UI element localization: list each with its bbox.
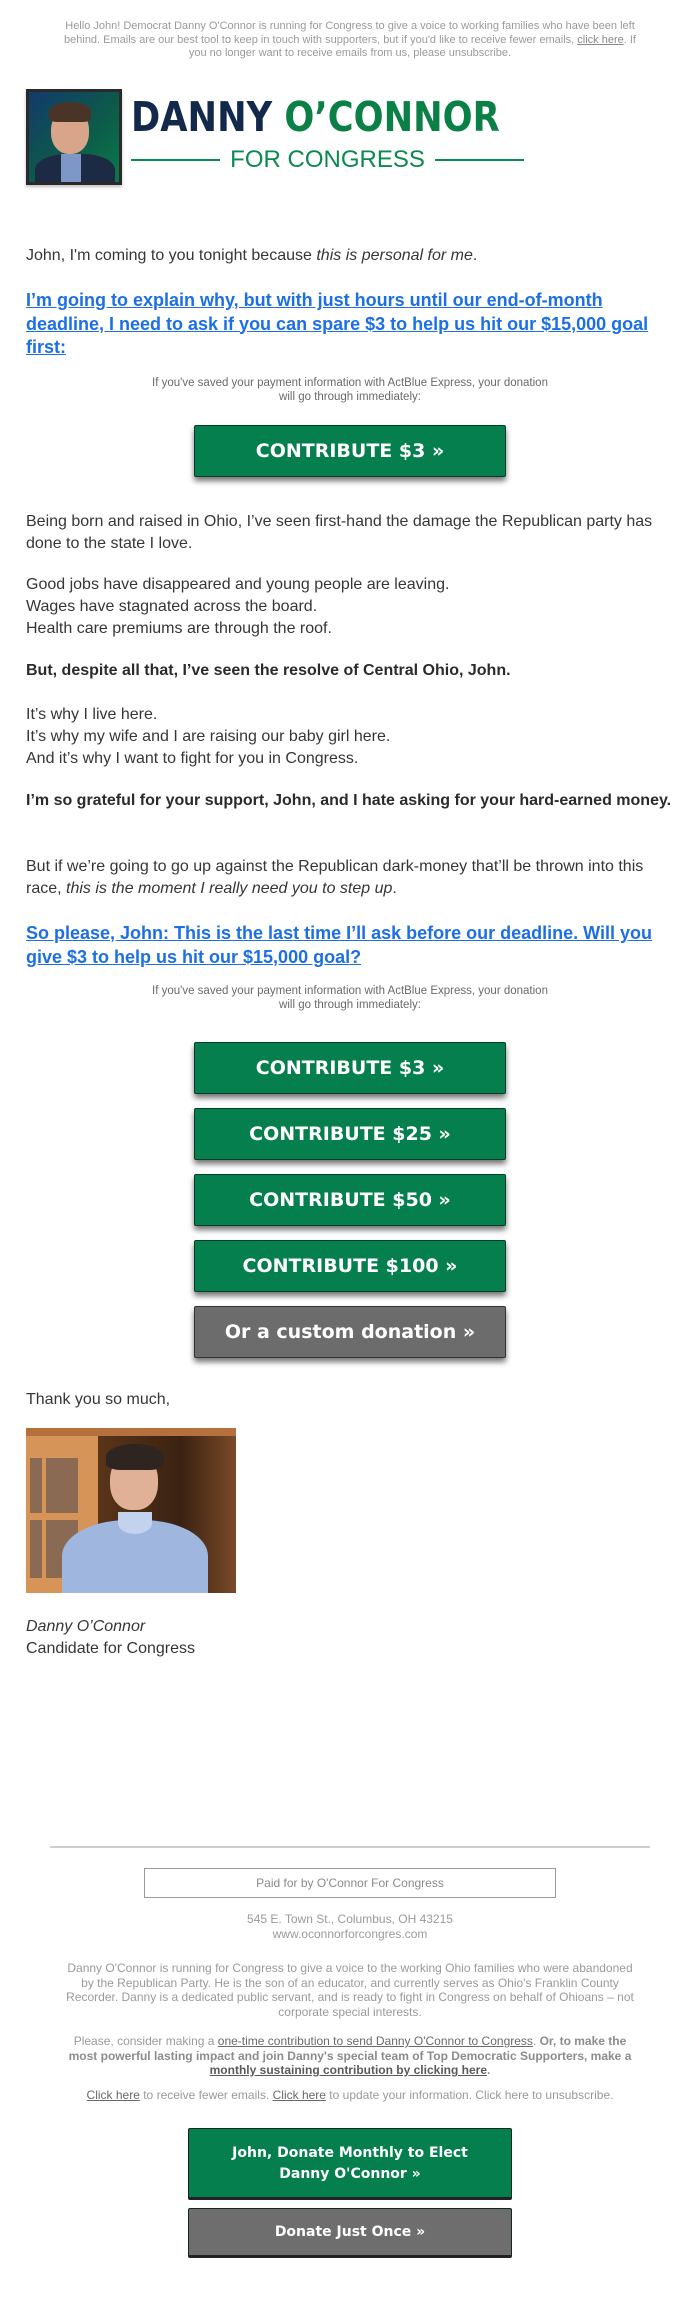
problems-list: Good jobs have disappeared and young peo…	[26, 574, 676, 640]
ohio-paragraph: Being born and raised in Ohio, I’ve seen…	[26, 513, 653, 552]
reason-item: And it’s why I want to fight for you in …	[26, 750, 359, 767]
logo-subtitle-text: FOR CONGRESS	[230, 146, 425, 173]
problem-item: Health care premiums are through the roo…	[26, 620, 332, 637]
footer-bio: Danny O'Connor is running for Congress t…	[66, 1961, 634, 2019]
signature: Danny O’Connor Candidate for Congress	[26, 1616, 676, 1660]
actblue-note-2: If you've saved your payment information…	[120, 984, 580, 1012]
consider-period: .	[532, 2034, 540, 2048]
fewer-emails-footer-link[interactable]: Click here	[87, 2088, 140, 2102]
prefs-text-1: to receive fewer emails.	[139, 2088, 273, 2102]
campaign-logo: DANNY O’CONNOR FOR CONGRESS	[26, 89, 546, 189]
donate-monthly-line2: Danny O'Connor »	[279, 2166, 421, 2182]
intro-end: .	[472, 247, 478, 264]
actblue-note-1: If you've saved your payment information…	[120, 376, 580, 404]
donate-monthly-line1: John, Donate Monthly to Elect	[232, 2145, 468, 2161]
logo-name: DANNY O’CONNOR	[131, 93, 500, 141]
actblue-note-line2: will go through immediately:	[279, 999, 421, 1011]
contribute-3-button-top[interactable]: CONTRIBUTE $3 »	[194, 425, 506, 477]
donate-monthly-button[interactable]: John, Donate Monthly to Elect Danny O'Co…	[188, 2128, 512, 2200]
custom-donation-button[interactable]: Or a custom donation »	[194, 1306, 506, 1358]
actblue-note-line2: will go through immediately:	[279, 391, 421, 403]
logo-first-name: DANNY	[131, 93, 273, 141]
reason-item: It’s why my wife and I are raising our b…	[26, 728, 391, 745]
signature-name: Danny O’Connor	[26, 1618, 146, 1635]
logo-portrait	[26, 89, 122, 185]
donate-once-button[interactable]: Donate Just Once »	[188, 2208, 512, 2258]
paid-for-disclaimer: Paid for by O'Connor For Congress	[144, 1868, 556, 1898]
thanks-text: Thank you so much,	[26, 1391, 171, 1408]
logo-last-name: O’CONNOR	[284, 93, 500, 141]
update-info-link[interactable]: Click here	[273, 2088, 326, 2102]
preheader: Hello John! Democrat Danny O'Connor is r…	[60, 20, 640, 61]
intro-emphasis: this is personal for me	[316, 247, 473, 264]
logo-rule-left	[131, 159, 221, 161]
footer-address: 545 E. Town St., Columbus, OH 43215	[247, 1912, 453, 1926]
contribute-100-button[interactable]: CONTRIBUTE $100 »	[194, 1240, 506, 1292]
actblue-note-line1: If you've saved your payment information…	[152, 377, 548, 389]
logo-rule-right	[434, 159, 524, 161]
fewer-emails-link[interactable]: click here	[577, 34, 623, 46]
actblue-note-line1: If you've saved your payment information…	[152, 985, 548, 997]
intro-paragraph: John, I'm coming to you tonight because …	[26, 245, 676, 267]
one-time-contribution-link[interactable]: one-time contribution to send Danny O'Co…	[218, 2034, 533, 2048]
logo-subtitle: FOR CONGRESS	[131, 145, 524, 175]
preheader-text: Hello John! Democrat Danny O'Connor is r…	[64, 20, 635, 46]
monthly-contribution-link[interactable]: monthly sustaining contribution by click…	[210, 2063, 487, 2077]
footer-website: www.oconnorforcongres.com	[272, 1926, 428, 1941]
problem-item: Good jobs have disappeared and young peo…	[26, 576, 450, 593]
grateful-paragraph: I’m so grateful for your support, John, …	[26, 792, 672, 809]
donate-ask-link-2[interactable]: So please, John: This is the last time I…	[26, 922, 676, 969]
consider-text: Please, consider making a	[73, 2034, 218, 2048]
footer-preferences: Click here to receive fewer emails. Clic…	[65, 2088, 635, 2103]
darkmoney-emphasis: this is the moment I really need you to …	[66, 880, 393, 897]
contribute-50-button[interactable]: CONTRIBUTE $50 »	[194, 1174, 506, 1226]
prefs-text-2: to update your information. Click here t…	[325, 2088, 614, 2102]
reasons-list: It’s why I live here. It’s why my wife a…	[26, 704, 676, 770]
footer-consider: Please, consider making a one-time contr…	[65, 2034, 635, 2078]
problem-item: Wages have stagnated across the board.	[26, 598, 318, 615]
footer-contact: 545 E. Town St., Columbus, OH 43215 www.…	[65, 1912, 635, 1941]
candidate-photo	[26, 1428, 236, 1593]
contribute-3-button[interactable]: CONTRIBUTE $3 »	[194, 1042, 506, 1094]
darkmoney-end: .	[392, 880, 397, 897]
darkmoney-paragraph: But if we’re going to go up against the …	[26, 856, 676, 900]
footer-divider	[50, 1846, 650, 1848]
signature-title: Candidate for Congress	[26, 1640, 195, 1657]
contribute-25-button[interactable]: CONTRIBUTE $25 »	[194, 1108, 506, 1160]
resolve-paragraph: But, despite all that, I’ve seen the res…	[26, 662, 511, 679]
donate-ask-link-1[interactable]: I’m going to explain why, but with just …	[26, 289, 676, 360]
intro-text: John, I'm coming to you tonight because	[26, 247, 317, 264]
reason-item: It’s why I live here.	[26, 706, 158, 723]
